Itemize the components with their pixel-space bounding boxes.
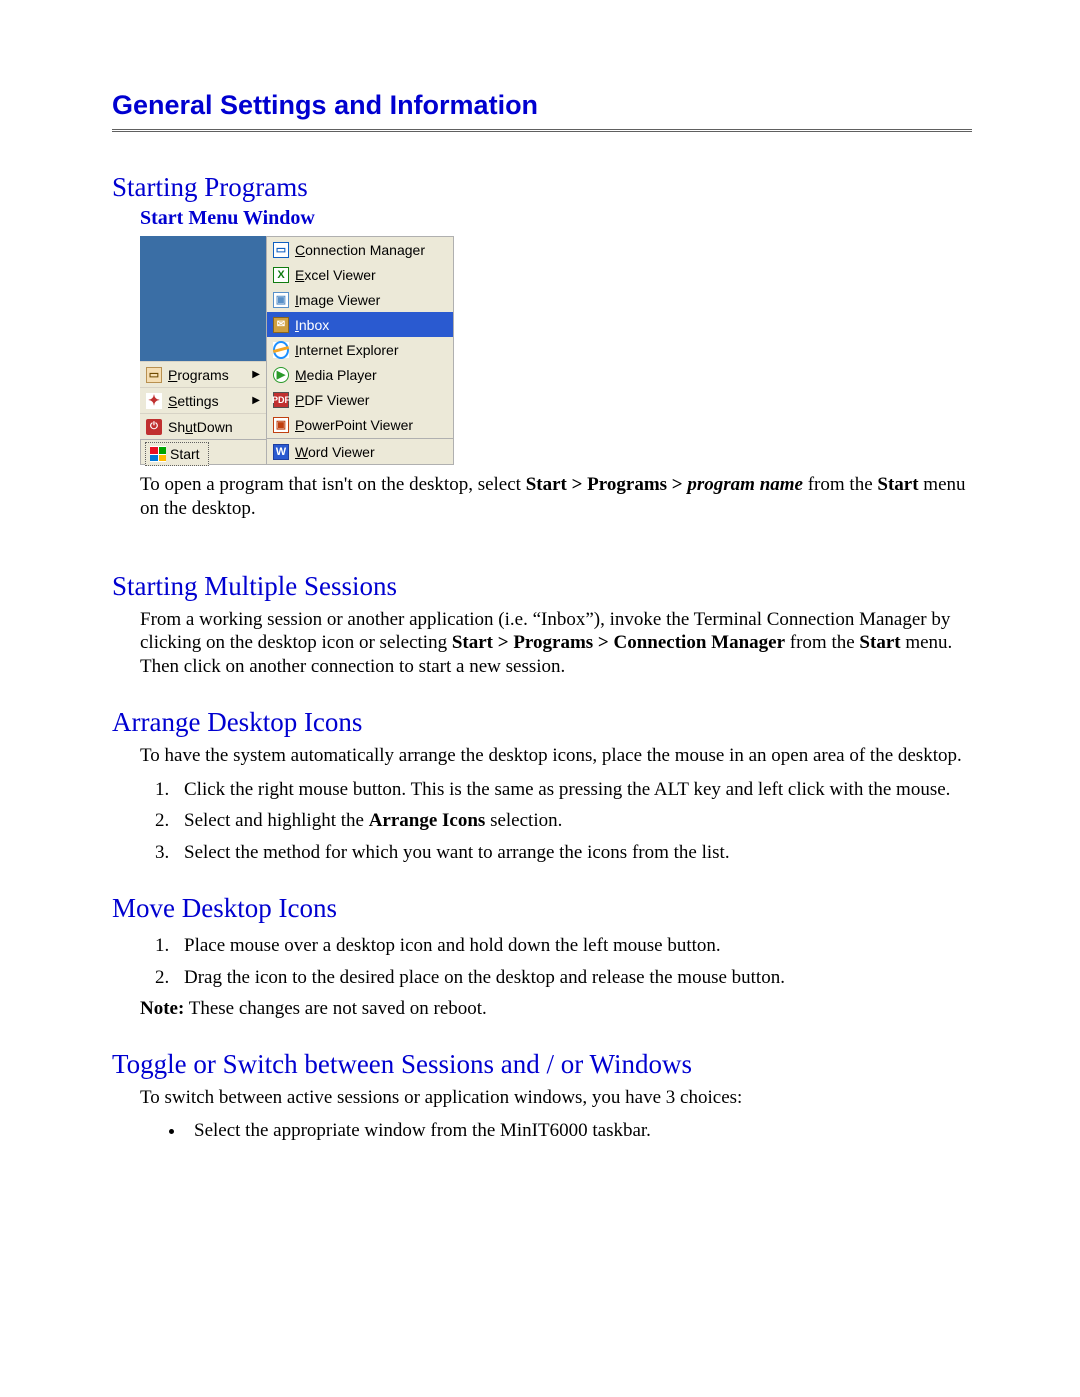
starting-programs-paragraph: To open a program that isn't on the desk… (140, 473, 972, 521)
program-item-word-viewer[interactable]: W Word Viewer (267, 439, 453, 464)
start-menu-item-programs[interactable]: ▭ Programs ▶ (140, 361, 266, 387)
program-item-pdf-viewer[interactable]: PDF PDF Viewer (267, 387, 453, 412)
move-icons-steps: Place mouse over a desktop icon and hold… (140, 934, 972, 990)
program-item-media-player[interactable]: ▶ Media Player (267, 362, 453, 387)
ppt-icon: ▣ (273, 417, 289, 433)
list-item: Click the right mouse button. This is th… (174, 778, 972, 802)
start-menu-item-label: ShutDown (168, 419, 260, 435)
toggle-switch-bullets: Select the appropriate window from the M… (152, 1120, 972, 1142)
arrange-icons-steps: Click the right mouse button. This is th… (140, 778, 972, 865)
program-item-label: Internet Explorer (295, 342, 447, 358)
start-menu-item-label: Programs (168, 367, 246, 383)
program-item-label: Excel Viewer (295, 267, 447, 283)
program-item-label: PowerPoint Viewer (295, 417, 447, 433)
img-icon: ▣ (273, 292, 289, 308)
toggle-switch-intro: To switch between active sessions or app… (140, 1086, 972, 1110)
program-item-inbox[interactable]: ✉ Inbox (267, 312, 453, 337)
list-item: Place mouse over a desktop icon and hold… (174, 934, 972, 958)
start-menu-figure: ▭ Programs ▶ ✦ Settings ▶ ⏻ ShutDown ▭ Connectio… (140, 236, 454, 465)
program-item-label: PDF Viewer (295, 392, 447, 408)
list-item: Select the method for which you want to … (174, 841, 972, 865)
conn-icon: ▭ (273, 242, 289, 258)
shut-icon: ⏻ (146, 419, 162, 435)
set-icon: ✦ (146, 393, 162, 409)
inbox-icon: ✉ (273, 317, 289, 333)
taskbar: Start (140, 439, 266, 465)
section-heading-toggle-switch: Toggle or Switch between Sessions and / … (112, 1049, 972, 1080)
document-page: General Settings and Information Startin… (0, 0, 1080, 1397)
section-heading-multiple-sessions: Starting Multiple Sessions (112, 571, 972, 602)
program-item-image-viewer[interactable]: ▣ Image Viewer (267, 287, 453, 312)
start-menu-programs-submenu-tail: W Word Viewer (266, 439, 454, 465)
arrange-icons-intro: To have the system automatically arrange… (140, 744, 972, 768)
list-item: Select and highlight the Arrange Icons s… (174, 809, 972, 833)
ie-icon (273, 342, 289, 358)
title-rule (112, 129, 972, 132)
prog-icon: ▭ (146, 367, 162, 383)
section-heading-move-icons: Move Desktop Icons (112, 893, 972, 924)
program-item-label: Word Viewer (295, 444, 447, 460)
start-menu-item-settings[interactable]: ✦ Settings ▶ (140, 387, 266, 413)
program-item-label: Media Player (295, 367, 447, 383)
program-item-label: Image Viewer (295, 292, 447, 308)
pdf-icon: PDF (273, 392, 289, 408)
move-icons-note: Note: These changes are not saved on reb… (140, 997, 972, 1021)
submenu-arrow-icon: ▶ (252, 369, 260, 380)
program-item-connection-manager[interactable]: ▭ Connection Manager (267, 237, 453, 262)
start-menu-item-shutdown[interactable]: ⏻ ShutDown (140, 413, 266, 439)
section-heading-arrange-icons: Arrange Desktop Icons (112, 707, 972, 738)
list-item: Select the appropriate window from the M… (186, 1120, 972, 1142)
program-item-powerpoint-viewer[interactable]: ▣ PowerPoint Viewer (267, 412, 453, 437)
xls-icon: X (273, 267, 289, 283)
multiple-sessions-paragraph: From a working session or another applic… (140, 608, 972, 679)
start-menu-programs-submenu: ▭ Connection Manager X Excel Viewer ▣ Image V… (266, 236, 454, 439)
submenu-arrow-icon: ▶ (252, 395, 260, 406)
list-item: Drag the icon to the desired place on th… (174, 966, 972, 990)
start-menu-item-label: Settings (168, 393, 246, 409)
subhead-start-menu-window: Start Menu Window (140, 207, 972, 230)
program-item-label: Connection Manager (295, 242, 447, 258)
start-menu-left-column: ▭ Programs ▶ ✦ Settings ▶ ⏻ ShutDown (140, 236, 266, 439)
media-icon: ▶ (273, 367, 289, 383)
windows-flag-icon (150, 446, 166, 462)
word-icon: W (273, 444, 289, 460)
start-button-label: Start (170, 446, 200, 462)
program-item-internet-explorer[interactable]: Internet Explorer (267, 337, 453, 362)
page-title: General Settings and Information (112, 90, 972, 121)
program-item-label: Inbox (295, 317, 447, 333)
section-heading-starting-programs: Starting Programs (112, 172, 972, 203)
start-button[interactable]: Start (145, 442, 209, 466)
program-item-excel-viewer[interactable]: X Excel Viewer (267, 262, 453, 287)
